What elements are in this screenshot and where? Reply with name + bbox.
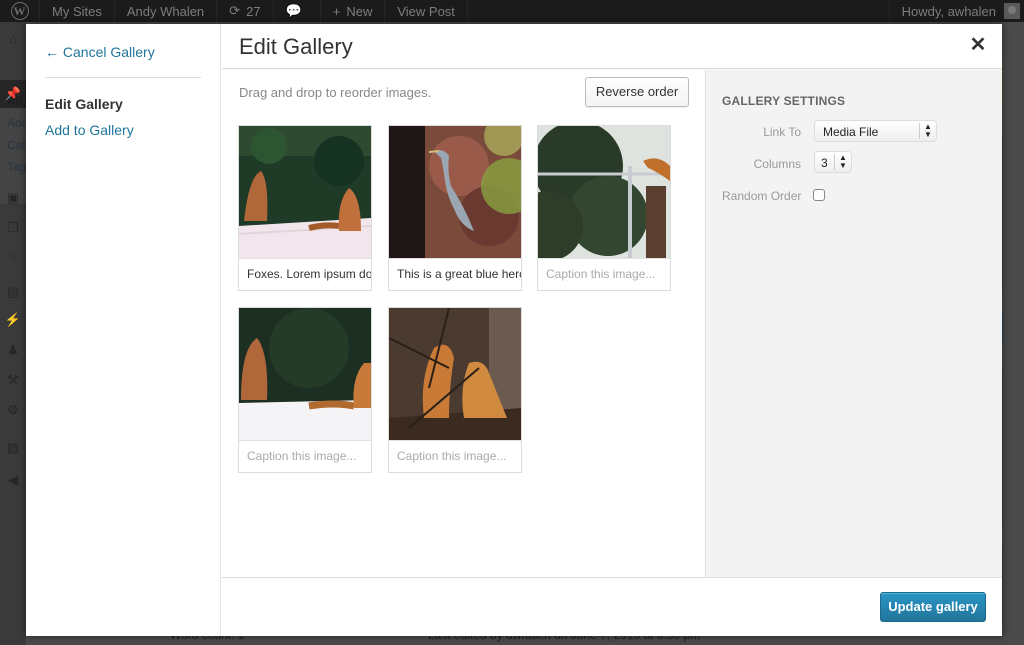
link-to-value: Media File [823, 125, 879, 139]
caption-field[interactable]: Foxes. Lorem ipsum dolor [239, 258, 371, 290]
gallery-item[interactable]: Foxes. Lorem ipsum dolor [238, 125, 372, 291]
updates-menu[interactable]: ⟳ 27 [217, 0, 274, 22]
close-icon[interactable]: ✕ [968, 34, 988, 56]
gallery-image-fence[interactable] [538, 126, 670, 258]
media-menu: ← Cancel Gallery Edit Gallery Add to Gal… [26, 24, 221, 636]
home-icon: ⌂ [9, 30, 17, 46]
select-arrows-icon: ▲ ▼ [834, 154, 851, 170]
menu-item-add-to-gallery[interactable]: Add to Gallery [45, 122, 134, 138]
users-icon: ♟ [7, 342, 19, 357]
gallery-image-foxes[interactable] [239, 126, 371, 258]
gallery-item[interactable]: Caption this image... [238, 307, 372, 473]
new-label: New [346, 3, 373, 19]
select-arrows-icon: ▲ ▼ [919, 123, 936, 139]
reverse-order-button[interactable]: Reverse order [585, 77, 689, 107]
update-gallery-button[interactable]: Update gallery [880, 592, 986, 622]
view-post-link[interactable]: View Post [385, 0, 468, 22]
random-order-label: Random Order [722, 189, 802, 203]
gallery-image-foxes-playing[interactable] [389, 308, 521, 440]
link-to-select[interactable]: Media File ▲ ▼ [814, 120, 937, 142]
updates-count: 27 [246, 3, 261, 19]
avatar [1004, 3, 1020, 19]
page-title: Edit Gallery [239, 34, 353, 59]
caption-field[interactable]: Caption this image... [538, 258, 670, 290]
frame-title-bar: Edit Gallery ✕ [222, 24, 1002, 69]
caption-field[interactable]: Caption this image... [239, 440, 371, 472]
gallery-item[interactable]: Caption this image... [388, 307, 522, 473]
link-to-label: Link To [763, 125, 801, 139]
pages-icon: ❐ [7, 220, 19, 235]
plus-icon: + [332, 3, 341, 19]
collapse-menu-icon: ◀ [8, 472, 18, 487]
settings-icon: ⚙ [7, 402, 19, 417]
menu-separator [45, 77, 201, 78]
background-admin-menu: ⌂ 📌 All Add Cat Tag ▣ ❐ ◌ ▤ ⚡ ♟ ⚒ ⚙ ▧ ◀ [0, 22, 28, 645]
random-order-checkbox[interactable] [813, 189, 825, 201]
bg-submenu-all: All [7, 94, 23, 108]
gallery-item[interactable]: This is a great blue heron [388, 125, 522, 291]
wordpress-logo-button[interactable]: W [0, 0, 40, 22]
plugin-image-icon: ▧ [6, 440, 20, 455]
comment-icon: 💬 [285, 3, 302, 18]
comments-icon: ◌ [9, 248, 17, 264]
plugins-icon: ⚡ [4, 312, 22, 327]
gallery-image-foxes-fence[interactable] [239, 308, 371, 440]
modal-toolbar: Update gallery [222, 577, 1002, 636]
appearance-icon: ▤ [6, 284, 20, 299]
comments-menu[interactable]: 💬 [274, 0, 321, 22]
gallery-settings-heading: GALLERY SETTINGS [722, 94, 846, 108]
refresh-icon: ⟳ [229, 3, 241, 18]
gallery-content: Drag and drop to reorder images. Reverse… [222, 70, 705, 577]
columns-label: Columns [753, 157, 801, 171]
gallery-image-heron[interactable] [389, 126, 521, 258]
media-icon: ▣ [6, 190, 20, 205]
caption-field[interactable]: This is a great blue heron [389, 258, 521, 290]
cancel-gallery-link[interactable]: ← Cancel Gallery [45, 44, 155, 60]
menu-item-edit-gallery[interactable]: Edit Gallery [45, 96, 123, 112]
new-content-menu[interactable]: + New [321, 0, 386, 22]
admin-bar: W My Sites Andy Whalen ⟳ 27 💬 + New View… [0, 0, 1024, 22]
reorder-hint: Drag and drop to reorder images. [239, 85, 432, 100]
columns-value: 3 [821, 156, 828, 170]
caption-field[interactable]: Caption this image... [389, 440, 521, 472]
wordpress-logo-icon: W [10, 2, 29, 20]
bg-submenu-tags: Tag [7, 160, 27, 174]
greeting-text: Howdy, awhalen [901, 3, 996, 19]
site-name-menu[interactable]: Andy Whalen [115, 0, 218, 22]
edit-gallery-modal: ← Cancel Gallery Edit Gallery Add to Gal… [26, 24, 1002, 636]
gallery-settings-sidebar: GALLERY SETTINGS Link To Media File ▲ ▼ C… [705, 70, 1002, 577]
my-account-menu[interactable]: Howdy, awhalen [888, 0, 1024, 22]
columns-select[interactable]: 3 ▲ ▼ [814, 151, 852, 173]
tools-icon: ⚒ [7, 372, 19, 387]
gallery-item[interactable]: Caption this image... [537, 125, 671, 291]
my-sites-menu[interactable]: My Sites [40, 0, 115, 22]
bg-submenu-categories: Cat [7, 138, 26, 152]
